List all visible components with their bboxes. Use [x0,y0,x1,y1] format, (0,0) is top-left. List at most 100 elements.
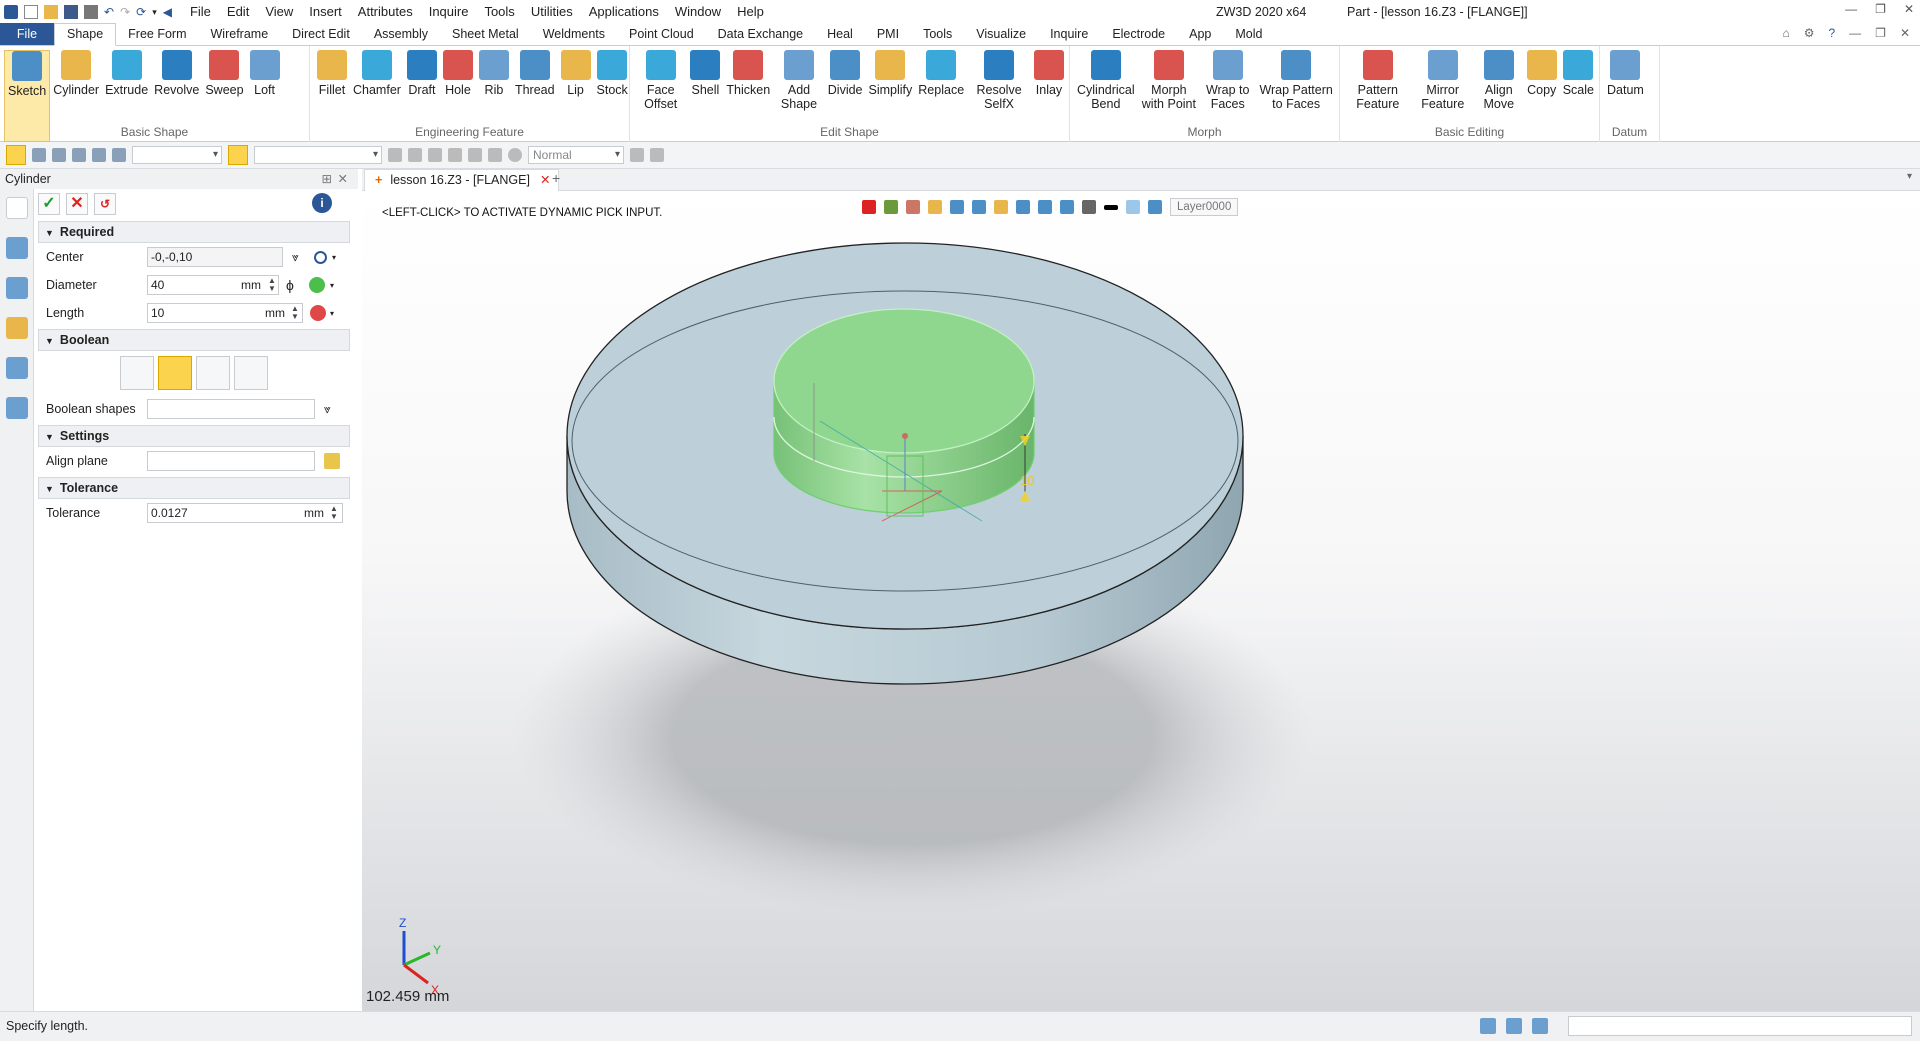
3d-viewport[interactable]: 10 Z Y X <LEFT-CLICK> TO ACTIVATE DYNAMI… [362,191,1920,1011]
boolean-shapes-input[interactable] [147,399,315,419]
align-plane-input[interactable] [147,451,315,471]
collapse-ribbon-icon[interactable]: ⌂ [1782,26,1789,40]
tab-data-exchange[interactable]: Data Exchange [706,24,815,45]
tab-assembly[interactable]: Assembly [362,24,440,45]
center-input[interactable]: -0,-0,10 [147,247,283,267]
paint-icon[interactable] [906,200,920,214]
section-settings[interactable]: Settings [38,425,350,447]
chevron-down-icon[interactable]: ▾ [330,281,334,290]
remove-icon[interactable] [52,148,66,162]
line-style-icon[interactable] [1104,204,1118,210]
boolean-intersect-icon[interactable] [234,356,268,390]
measure-icon[interactable] [310,305,326,321]
menu-insert[interactable]: Insert [301,0,350,24]
expand-icon[interactable]: ⩔ [292,250,299,265]
command-input[interactable] [1568,1016,1912,1036]
tab-direct-edit[interactable]: Direct Edit [280,24,362,45]
view-orient-icon[interactable] [972,200,986,214]
plane-picker-icon[interactable] [324,453,340,469]
visual-styles-tab-icon[interactable] [6,357,28,379]
tab-wireframe[interactable]: Wireframe [199,24,281,45]
feature-panel-tab-icon[interactable] [6,197,28,219]
history-tree-tab-icon[interactable] [6,237,28,259]
pin-icon[interactable]: ⊞ [322,169,332,189]
tab-mold[interactable]: Mold [1223,24,1274,45]
filter-combo[interactable] [132,146,222,164]
pick-filter-icon[interactable] [6,145,26,165]
ok-check-icon[interactable]: ✓ [38,193,60,215]
tolerance-spinner[interactable]: ▲ ▼ [330,505,338,521]
tab-electrode[interactable]: Electrode [1100,24,1177,45]
tab-inquire[interactable]: Inquire [1038,24,1100,45]
cursor-icon[interactable] [630,148,644,162]
measure-icon[interactable] [309,277,325,293]
cube-icon[interactable] [928,200,942,214]
render-icon[interactable] [1148,200,1162,214]
undo-icon[interactable]: ↶ [104,5,114,19]
chevron-down-icon[interactable]: ▾ [330,309,334,318]
list-icon[interactable] [1532,1018,1548,1034]
monitor-icon[interactable] [1506,1018,1522,1034]
info-icon[interactable]: i [312,193,332,213]
redo-icon[interactable]: ↷ [120,5,130,19]
menu-attributes[interactable]: Attributes [350,0,421,24]
new-file-icon[interactable] [24,5,38,19]
boolean-base-icon[interactable] [120,356,154,390]
close-doc-icon[interactable]: ✕ [1900,26,1910,40]
panel-close-icon[interactable]: ✕ [338,169,348,189]
grid-toggle-icon[interactable] [1480,1018,1496,1034]
restore-doc-icon[interactable]: ❐ [1875,26,1886,40]
tab-point-cloud[interactable]: Point Cloud [617,24,706,45]
layers-icon[interactable] [884,200,898,214]
menu-utilities[interactable]: Utilities [523,0,581,24]
point-picker-icon[interactable] [314,250,327,264]
close-tab-icon[interactable]: ✕ [540,173,550,187]
align-center-icon[interactable] [448,148,462,162]
zoom-window-icon[interactable] [1038,200,1052,214]
help-icon[interactable]: ? [1828,26,1835,40]
selection-combo[interactable] [254,146,382,164]
tab-tools[interactable]: Tools [911,24,964,45]
grid-icon[interactable] [72,148,86,162]
layer-combo[interactable]: Layer0000 [1170,198,1239,216]
chevron-down-icon[interactable]: ▾ [332,253,336,262]
cancel-x-icon[interactable]: ✕ [66,193,88,215]
section-tolerance[interactable]: Tolerance [38,477,350,499]
save-icon[interactable] [64,5,78,19]
diameter-symbol-icon[interactable]: ϕ [286,277,294,293]
menu-view[interactable]: View [257,0,301,24]
assembly-tree-tab-icon[interactable] [6,277,28,299]
view-cube-icon[interactable] [950,200,964,214]
constraint-icon[interactable] [112,148,126,162]
model-scene[interactable]: 10 Z Y X [362,191,1920,1011]
regen-icon[interactable]: ⟳ [136,5,146,19]
boolean-add-icon[interactable] [158,356,192,390]
display-mode-icon[interactable] [1082,200,1096,214]
menu-help[interactable]: Help [729,0,772,24]
tab-app[interactable]: App [1177,24,1223,45]
new-tab-icon[interactable]: + [552,170,560,186]
print-icon[interactable] [84,5,98,19]
boolean-remove-icon[interactable] [196,356,230,390]
pin-icon[interactable] [488,148,502,162]
section-required[interactable]: Required [38,221,350,243]
selection-mode-icon[interactable] [228,145,248,165]
tab-heal[interactable]: Heal [815,24,865,45]
restore-icon[interactable]: ❐ [1875,2,1886,16]
menu-window[interactable]: Window [667,0,729,24]
menu-inquire[interactable]: Inquire [421,0,477,24]
section-icon[interactable] [1060,200,1074,214]
minimize-icon[interactable]: — [1845,2,1857,16]
diameter-spinner[interactable]: ▲ ▼ [268,277,276,293]
minimize-doc-icon[interactable]: — [1849,26,1861,40]
chevron-down-icon[interactable]: ▾ [152,7,157,18]
section-boolean[interactable]: Boolean [38,329,350,351]
tab-shape[interactable]: Shape [54,23,117,46]
add-icon[interactable] [32,148,46,162]
expand-icon[interactable]: ⩔ [324,402,331,417]
length-dimension-label[interactable]: 10 [1020,473,1034,488]
close-icon[interactable]: ✕ [1904,2,1914,16]
menu-edit[interactable]: Edit [219,0,257,24]
tab-pmi[interactable]: PMI [865,24,911,45]
parts-library-tab-icon[interactable] [6,317,28,339]
